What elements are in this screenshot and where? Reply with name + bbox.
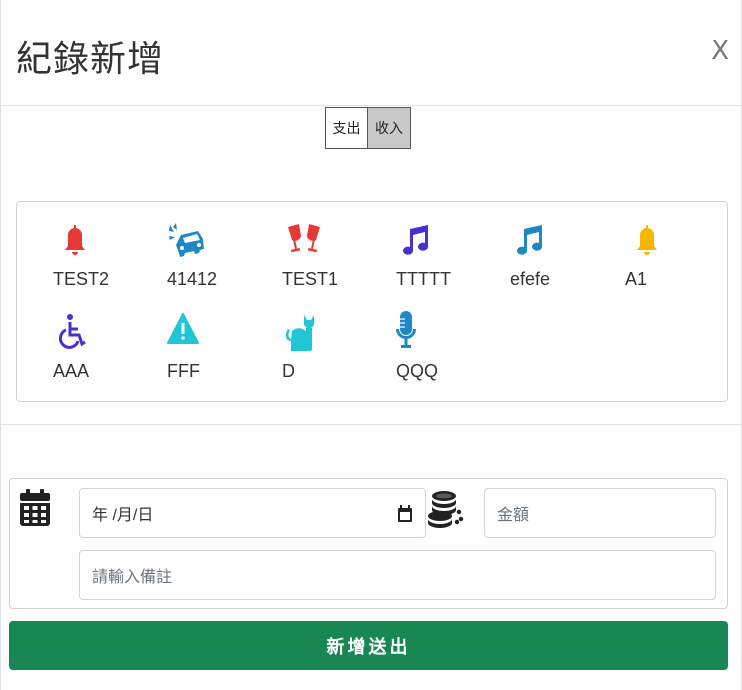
calendar-icon (20, 489, 50, 526)
warning-triangle-icon (167, 313, 199, 344)
expense-toggle-button[interactable]: 支出 (325, 107, 368, 149)
date-picker-icon[interactable] (397, 505, 413, 523)
category-item[interactable]: 41412 (167, 219, 267, 309)
category-panel: TEST2 41412 TEST1 TTTTT efefe A1 AAA FFF… (16, 201, 728, 402)
income-toggle-button[interactable]: 收入 (368, 107, 411, 149)
add-record-modal: 紀錄新增 X 支出 收入 TEST2 41412 TEST1 TTTTT efe… (0, 0, 742, 690)
category-label: FFF (167, 361, 200, 381)
category-item[interactable]: TEST1 (282, 219, 382, 309)
category-label: AAA (53, 361, 90, 381)
cat-icon (285, 315, 314, 351)
category-item[interactable]: A1 (625, 219, 725, 309)
type-toggle: 支出 收入 (325, 107, 411, 149)
category-item[interactable]: AAA (53, 311, 153, 401)
music-note-icon (403, 225, 428, 255)
bell-icon (65, 225, 85, 255)
category-label: 41412 (167, 269, 218, 289)
music-note-icon (517, 225, 542, 255)
close-button[interactable]: X (711, 36, 729, 66)
coins-icon (428, 491, 464, 528)
date-placeholder: 年 /月/日 (92, 507, 154, 524)
category-label: TEST1 (282, 269, 339, 289)
category-label: TTTTT (396, 269, 451, 289)
category-item[interactable]: FFF (167, 311, 267, 401)
note-placeholder: 請輸入備註 (92, 569, 173, 586)
wine-glasses-icon (288, 224, 320, 253)
category-label: efefe (510, 269, 551, 289)
section-divider (1, 424, 742, 425)
modal-title: 紀錄新增 (16, 39, 165, 80)
submit-button[interactable]: 新增送出 (9, 621, 728, 670)
note-input[interactable]: 請輸入備註 (79, 550, 716, 600)
bell-icon (637, 225, 657, 255)
category-item[interactable]: TEST2 (53, 219, 153, 309)
category-label: D (282, 361, 295, 381)
amount-input[interactable]: 金額 (484, 488, 716, 538)
category-label: A1 (625, 269, 648, 289)
microphone-icon (396, 311, 416, 348)
category-label: TEST2 (53, 269, 110, 289)
modal-header: 紀錄新增 X (1, 0, 742, 106)
category-item[interactable]: TTTTT (396, 219, 496, 309)
wheelchair-icon (58, 314, 86, 349)
amount-placeholder: 金額 (497, 507, 530, 524)
record-form: 年 /月/日 金額 請輸入備註 (9, 478, 728, 609)
category-item[interactable]: QQQ (396, 311, 496, 401)
car-crash-icon (169, 223, 204, 257)
category-item[interactable]: D (282, 311, 382, 401)
date-field[interactable]: 年 /月/日 (79, 488, 426, 538)
category-label: QQQ (396, 361, 439, 381)
category-item[interactable]: efefe (510, 219, 610, 309)
